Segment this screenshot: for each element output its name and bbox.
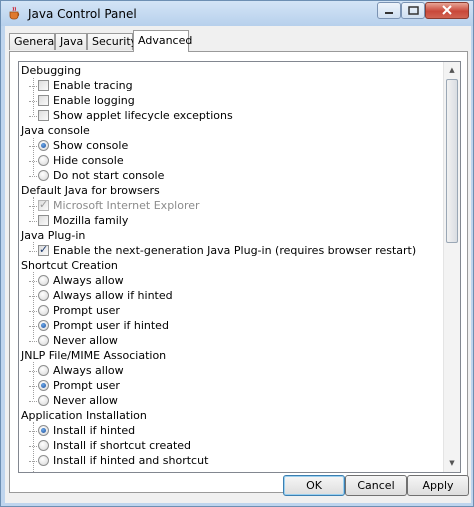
checkbox[interactable]: [38, 243, 49, 256]
option-label: Do not start console: [53, 169, 165, 182]
apply-button[interactable]: Apply: [407, 475, 469, 496]
settings-tree: Debugging Enable tracing Enable logging …: [18, 61, 461, 473]
radio-button[interactable]: [38, 455, 49, 466]
tab-security[interactable]: Security: [87, 33, 137, 50]
tree-guide: [33, 362, 34, 399]
option-label: Prompt user if hinted: [53, 319, 169, 332]
checkbox[interactable]: [38, 110, 49, 121]
close-icon: [442, 5, 452, 15]
option-label: Never allow: [53, 334, 118, 347]
tree-guide: [33, 197, 34, 219]
minimize-icon: [385, 12, 393, 14]
option-label: Never allow: [53, 394, 118, 407]
radio-button[interactable]: [38, 275, 49, 286]
category-label: Java console: [21, 124, 90, 137]
option-label: Microsoft Internet Explorer: [53, 199, 200, 212]
tree-guide: [33, 242, 34, 249]
title-bar[interactable]: Java Control Panel: [1, 1, 473, 26]
tab-java[interactable]: Java: [55, 33, 87, 50]
advanced-tab-panel: Debugging Enable tracing Enable logging …: [9, 51, 468, 493]
option-label: Prompt user: [53, 379, 120, 392]
radio-button[interactable]: [38, 365, 49, 376]
checkbox[interactable]: [38, 80, 49, 91]
close-button[interactable]: [425, 2, 469, 19]
tree-guide: [33, 422, 34, 472]
option-label: Always allow: [53, 274, 124, 287]
cancel-button[interactable]: Cancel: [345, 475, 407, 496]
option-label: Install if hinted: [53, 424, 136, 437]
option-label: Mozilla family: [53, 214, 129, 227]
radio-button[interactable]: [38, 440, 49, 451]
scroll-down-icon[interactable]: ▼: [444, 455, 460, 472]
option-label: Show console: [53, 139, 129, 152]
radio-button[interactable]: [38, 155, 49, 166]
category-label: Java Plug-in: [21, 229, 86, 242]
window-title: Java Control Panel: [28, 7, 137, 21]
java-control-panel-window: Java Control Panel General Java Security…: [0, 0, 474, 507]
maximize-icon: [408, 6, 419, 15]
client-area: General Java Security Advanced Debugging: [5, 26, 471, 503]
checkbox[interactable]: [38, 95, 49, 106]
java-cup-icon: [9, 6, 20, 20]
option-label: Install if shortcut created: [53, 439, 192, 452]
minimize-button[interactable]: [377, 2, 401, 19]
checkbox: [38, 198, 49, 211]
radio-button[interactable]: [38, 140, 49, 151]
radio-button[interactable]: [38, 335, 49, 346]
radio-button[interactable]: [38, 395, 49, 406]
tree-guide: [33, 78, 34, 115]
radio-button[interactable]: [38, 380, 49, 391]
vertical-scrollbar[interactable]: ▲ ▼: [443, 62, 460, 472]
option-label: Hide console: [53, 154, 124, 167]
tab-general[interactable]: General: [9, 33, 57, 50]
option-label: Enable the next-generation Java Plug-in …: [53, 244, 417, 257]
radio-button[interactable]: [38, 320, 49, 331]
tab-advanced[interactable]: Advanced: [133, 30, 192, 52]
option-label: Always allow: [53, 364, 124, 377]
category-label: Application Installation: [21, 409, 147, 422]
category-label: JNLP File/MIME Association: [21, 349, 167, 362]
option-label: Enable logging: [53, 94, 135, 107]
option-label: Enable tracing: [53, 79, 133, 92]
ok-button[interactable]: OK: [283, 475, 345, 496]
option-label: Show applet lifecycle exceptions: [53, 109, 233, 122]
option-label: Prompt user: [53, 304, 120, 317]
category-label: Debugging: [21, 64, 82, 77]
tree-guide: [33, 138, 34, 175]
scrollbar-thumb[interactable]: [446, 79, 458, 243]
category-label: Default Java for browsers: [21, 184, 160, 197]
option-label: Install if hinted and shortcut: [53, 454, 209, 467]
scroll-up-icon[interactable]: ▲: [444, 62, 460, 79]
checkbox[interactable]: [38, 215, 49, 226]
radio-button[interactable]: [38, 170, 49, 181]
option-label: Always allow if hinted: [53, 289, 173, 302]
tree-guide: [33, 272, 34, 339]
radio-button[interactable]: [38, 425, 49, 436]
category-label: Shortcut Creation: [21, 259, 118, 272]
radio-button[interactable]: [38, 290, 49, 301]
maximize-button[interactable]: [401, 2, 425, 19]
radio-button[interactable]: [38, 305, 49, 316]
